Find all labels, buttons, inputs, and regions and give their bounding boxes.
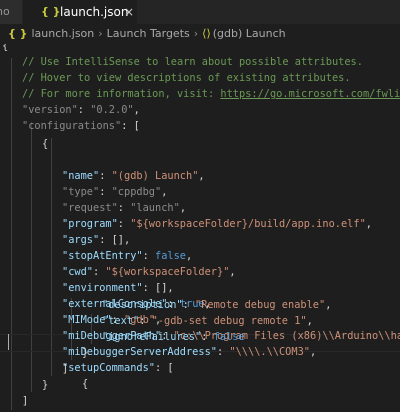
code-line: { [42,138,49,150]
json-value: "\\\\.\\COM3" [229,346,310,358]
comment-line: // Hover to view descriptions of existin… [22,72,351,84]
comment-line: // For more information, visit: [22,88,221,100]
json-value: "(gdb) Launch" [111,170,199,182]
json-key: "miDebuggerPath" [62,330,162,342]
json-value: [] [155,282,168,294]
json-value: "0.2.0" [90,104,134,116]
json-key: "miDebuggerServerAddress" [62,346,217,358]
chevron-right-icon: › [193,27,199,40]
json-value: "${workspaceFolder}" [105,266,230,278]
editor-tab-bar: no { } launch.json × [0,0,400,25]
json-value: "c:\\Program Files (x86)\\Arduino\\hardw… [173,330,400,342]
json-key: "environment" [62,282,143,294]
json-value: false [155,250,186,262]
code-line: "version": "0.2.0", [22,104,140,116]
json-value: true [179,298,205,310]
code-line: "name": "(gdb) Launch", [62,170,205,182]
code-line: "environment": [], [62,282,174,294]
code-line: "MIMode": "gdb", [62,314,162,326]
code-line: "miDebuggerPath": "c:\\Program Files (x8… [62,328,400,344]
json-key: "configurations" [22,120,122,132]
tab-title: launch.json [60,5,129,19]
json-value: "${workspaceFolder}/build/app.ino.elf" [130,218,366,230]
tab-previous[interactable]: no [0,0,22,24]
json-file-icon: { } [8,27,28,40]
tab-previous-label: no [0,5,10,18]
breadcrumb-section[interactable]: Launch Targets [107,24,190,44]
text-cursor [8,334,9,350]
tab-launch-json[interactable]: { } launch.json × [23,0,137,24]
json-key: "args" [62,234,100,246]
json-file-icon: { } [41,5,61,18]
code-line: // For more information, visit: https://… [22,86,400,102]
json-key: "stopAtEntry" [62,250,143,262]
code-line: "miDebuggerServerAddress": "\\\\.\\COM3"… [62,346,317,358]
code-line: "request": "launch", [62,202,187,214]
indent-guide [11,58,12,410]
open-brace: { [2,44,9,52]
code-line: { [82,378,89,390]
json-key: "type" [62,186,100,198]
json-key: "setupCommands" [62,362,155,374]
code-line: "configurations": [ [22,120,140,132]
chevron-right-icon: › [98,27,103,40]
breadcrumb: { } launch.json › Launch Targets › ⟨⟩ (gdb) La… [0,24,400,44]
json-key: "cwd" [62,266,93,278]
json-value: "gdb" [124,314,156,326]
json-key: "version" [22,104,78,116]
comment-line: // Use IntelliSense to learn about possi… [22,56,363,68]
code-line: // Use IntelliSense to learn about possi… [22,54,363,70]
code-line: "setupCommands": [ [62,362,174,374]
code-line: "args": [], [62,234,131,246]
code-line: { [2,44,8,54]
code-line: "program": "${workspaceFolder}/build/app… [62,218,372,230]
json-key: "externalConsole" [62,298,168,310]
code-editor[interactable]: { // Use IntelliSense to learn about pos… [0,44,400,412]
close-icon[interactable]: × [124,0,134,24]
json-value: "cppdbg" [111,186,162,198]
code-line: // Hover to view descriptions of existin… [22,70,351,86]
docs-link[interactable]: https://go.microsoft.com/fwlink/?linkid=… [220,88,400,100]
object-icon: ⟨⟩ [202,27,211,40]
breadcrumb-file[interactable]: launch.json [32,24,95,44]
json-key: "program" [62,218,118,230]
json-key: "request" [62,202,118,214]
code-line: "cwd": "${workspaceFolder}", [62,266,236,278]
json-key: "name" [62,170,100,182]
code-line: "stopAtEntry": false, [62,250,193,262]
code-line: "type": "cppdbg", [62,186,168,198]
json-value: "launch" [130,202,180,214]
json-value: [] [111,234,125,246]
breadcrumb-item[interactable]: (gdb) Launch [213,24,286,44]
code-line: "externalConsole": true, [62,298,211,310]
json-key: "MIMode" [62,314,112,326]
